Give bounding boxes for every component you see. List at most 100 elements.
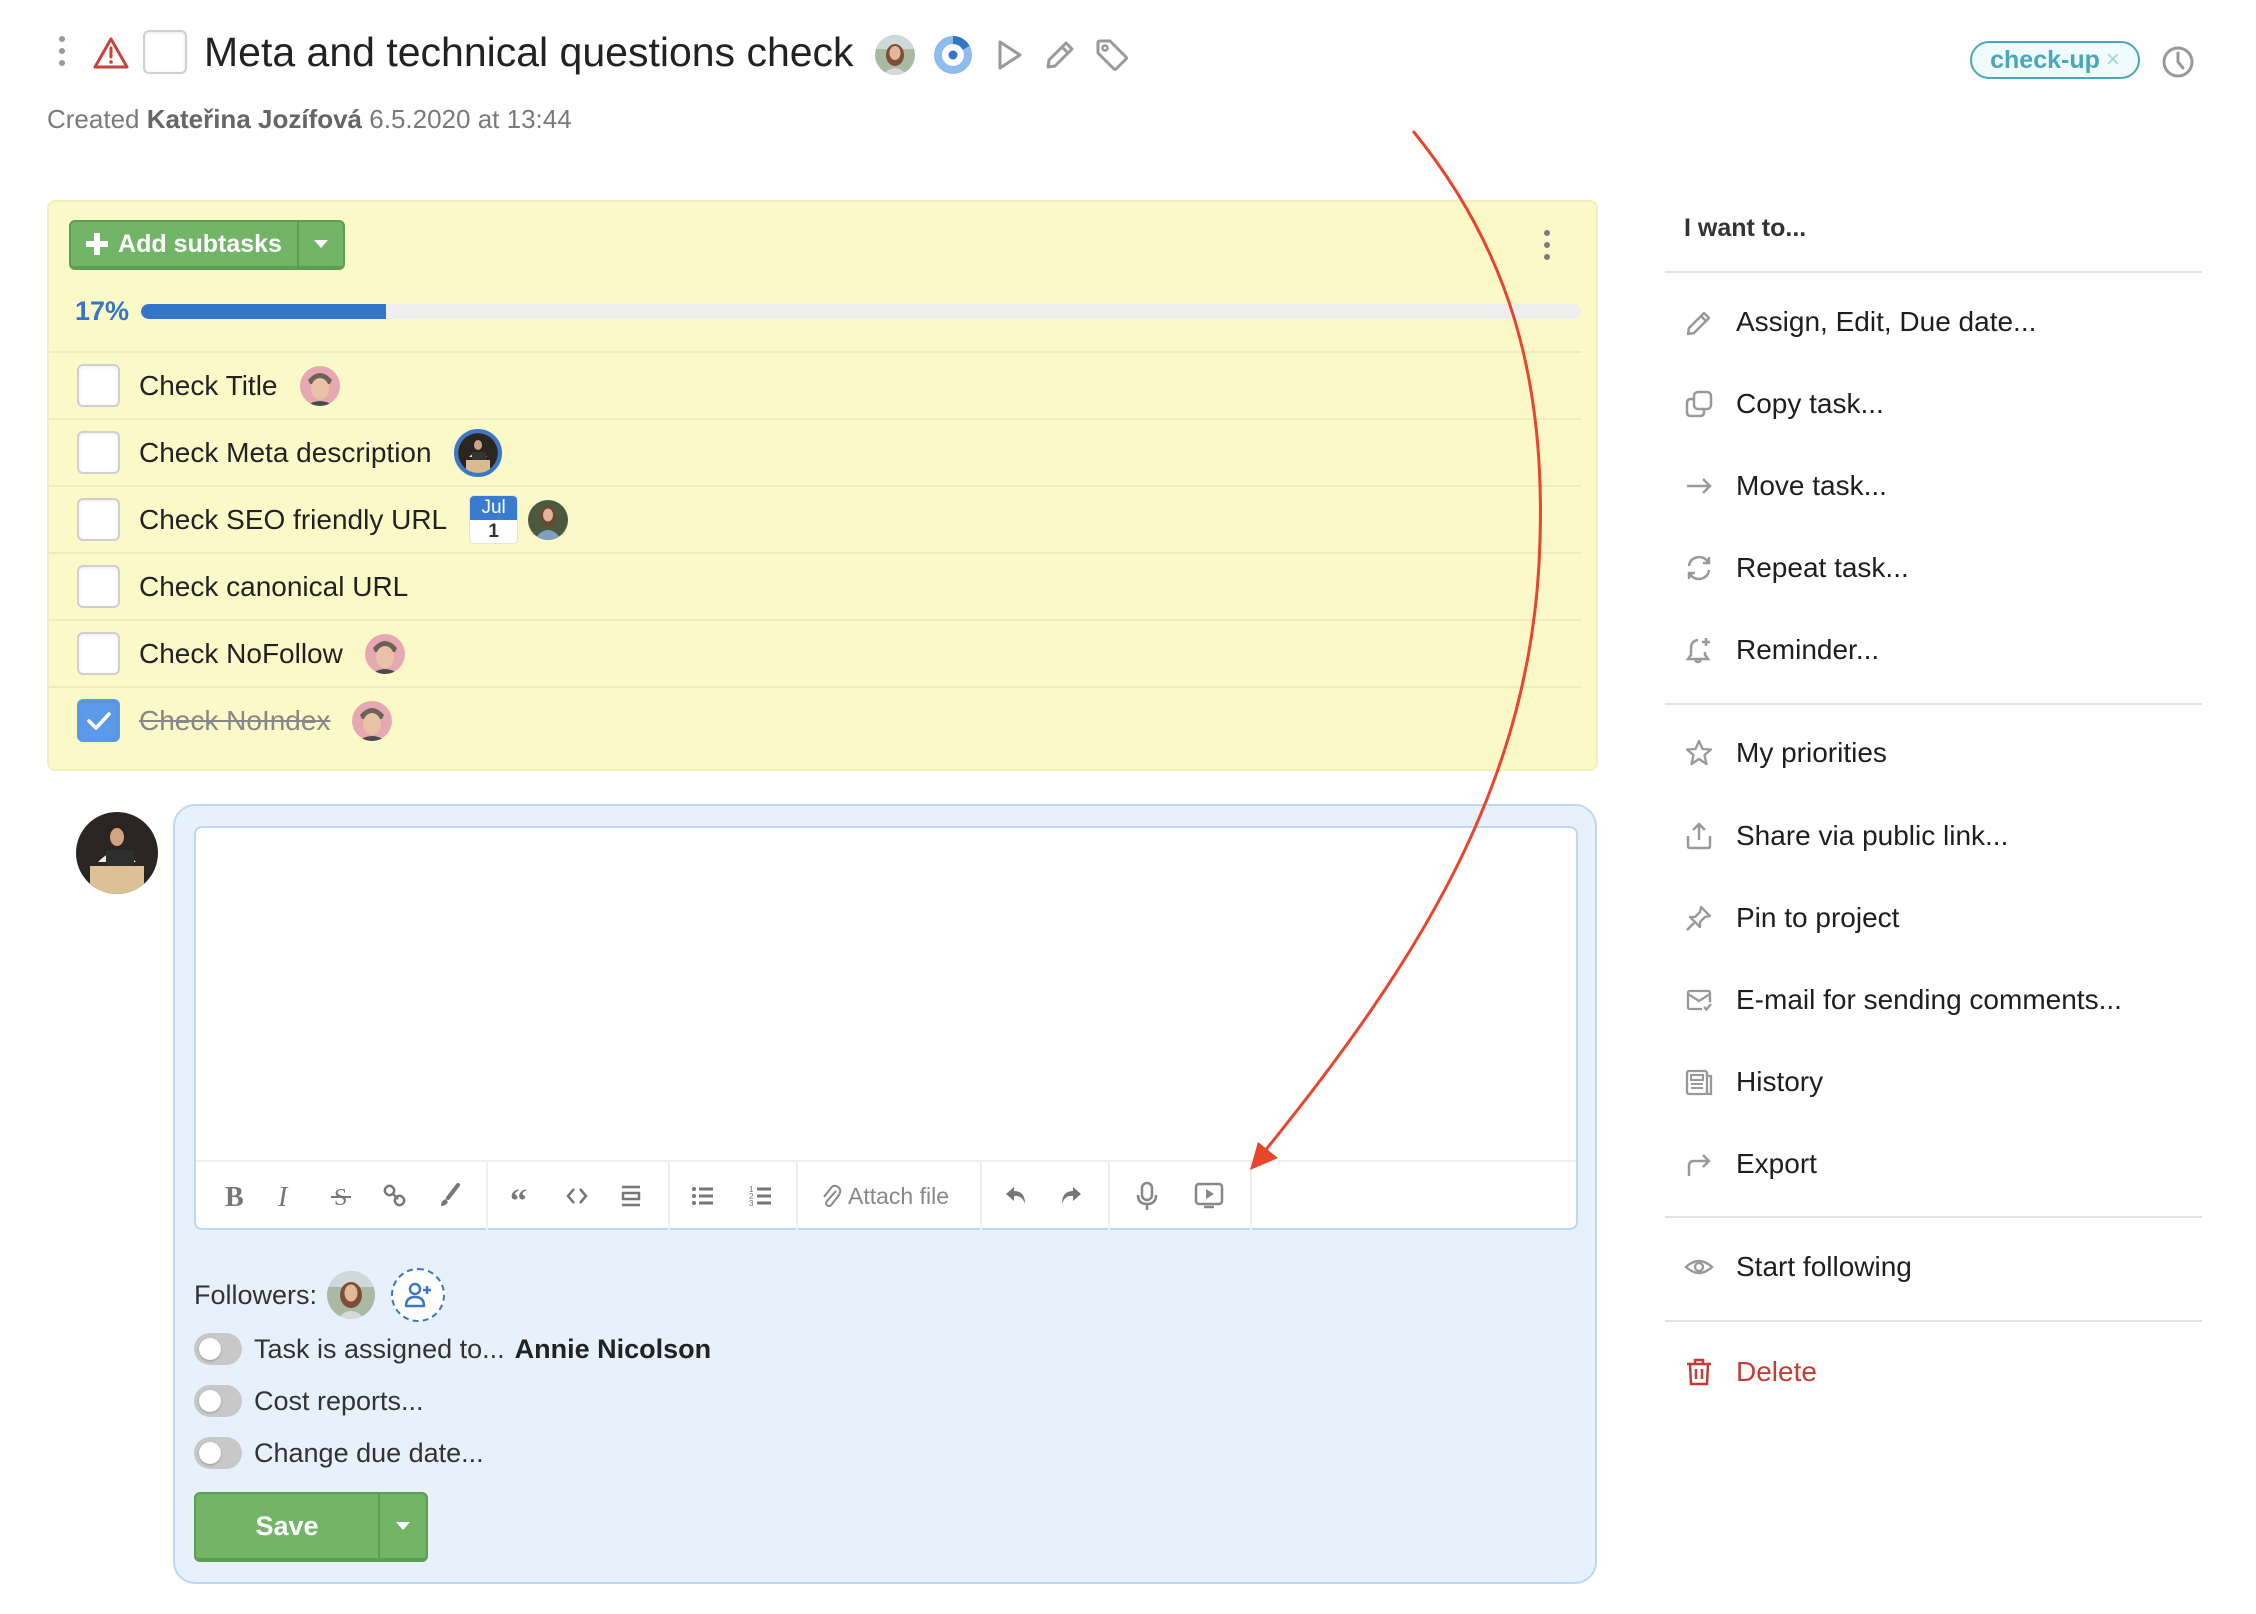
menu-item-label: Reminder...: [1736, 634, 1880, 665]
assignee-avatar[interactable]: [875, 35, 915, 75]
subtask-row: Check NoIndex: [49, 686, 1581, 753]
toolbar-separator: [668, 1162, 670, 1230]
subtask-label[interactable]: Check Meta description: [139, 437, 432, 469]
comment-input[interactable]: [196, 828, 1576, 1160]
numbered-list-button[interactable]: 123: [744, 1179, 778, 1213]
code-icon: [566, 1188, 588, 1204]
microphone-icon: [1136, 1181, 1158, 1210]
menu-item-my-priorities[interactable]: My priorities: [1684, 737, 1887, 769]
subtask-label[interactable]: Check Title: [139, 370, 278, 402]
arrow-right-icon: [1687, 478, 1712, 494]
svg-text:3: 3: [749, 1199, 754, 1208]
pencil-icon[interactable]: [1042, 37, 1078, 73]
play-icon[interactable]: [991, 37, 1027, 73]
menu-item-start-following[interactable]: Start following: [1684, 1251, 1912, 1283]
bold-icon: B: [225, 1183, 244, 1209]
editor-toolbar: B I S “ 123 Attach file: [196, 1160, 1576, 1230]
chevron-down-icon: [314, 240, 328, 248]
menu-divider: [1665, 1216, 2202, 1218]
task-title[interactable]: Meta and technical questions check: [204, 26, 854, 78]
menu-item-label: Pin to project: [1736, 902, 1900, 933]
menu-item-history[interactable]: History: [1684, 1066, 1823, 1098]
toolbar-separator: [796, 1162, 798, 1230]
attach-file-button[interactable]: Attach file: [820, 1179, 949, 1213]
assignee-avatar[interactable]: [299, 365, 340, 406]
notify-assignee-toggle[interactable]: [194, 1333, 242, 1365]
bullet-list-button[interactable]: [686, 1179, 720, 1213]
cost-reports-toggle[interactable]: [194, 1385, 242, 1417]
change-due-date-toggle[interactable]: [194, 1437, 242, 1469]
add-subtasks-dropdown-button[interactable]: [299, 222, 343, 266]
subtask-label[interactable]: Check NoFollow: [139, 638, 343, 670]
copy-icon: [1685, 390, 1713, 418]
link-button[interactable]: [378, 1179, 412, 1213]
svg-text:I: I: [277, 1183, 289, 1209]
menu-item-export[interactable]: Export: [1684, 1148, 1817, 1180]
quote-button[interactable]: “: [506, 1179, 540, 1213]
menu-item-reminder[interactable]: Reminder...: [1684, 634, 1879, 666]
option-cost-reports: Cost reports...: [194, 1385, 424, 1417]
subtask-checkbox[interactable]: [77, 364, 120, 407]
highlight-button[interactable]: [432, 1179, 466, 1213]
subtask-checkbox[interactable]: [77, 431, 120, 474]
warning-icon: [93, 36, 129, 70]
subtask-label[interactable]: Check SEO friendly URL: [139, 504, 447, 536]
comment-author-avatar[interactable]: [76, 812, 158, 894]
subtasks-kebab-menu-icon[interactable]: [1540, 230, 1554, 260]
subtask-checkbox[interactable]: [77, 565, 120, 608]
menu-item-repeat-task[interactable]: Repeat task...: [1684, 552, 1909, 584]
subtask-checkbox[interactable]: [77, 498, 120, 541]
task-complete-checkbox[interactable]: [143, 30, 187, 74]
horizontal-rule-button[interactable]: [614, 1179, 648, 1213]
brush-icon: [441, 1183, 460, 1206]
subtask-label[interactable]: Check canonical URL: [139, 571, 408, 603]
repeat-icon: [1687, 555, 1711, 581]
menu-item-pin-to-project[interactable]: Pin to project: [1684, 902, 1899, 934]
redo-button[interactable]: [1053, 1179, 1087, 1213]
option-label: Cost reports...: [254, 1385, 424, 1416]
tag-icon[interactable]: [1094, 37, 1130, 73]
strikethrough-button[interactable]: S: [324, 1179, 358, 1213]
redo-icon: [1062, 1187, 1081, 1204]
menu-divider: [1665, 271, 2202, 273]
comment-composer: B I S “ 123 Attach file Followers: Task …: [173, 804, 1597, 1584]
undo-button[interactable]: [1000, 1179, 1034, 1213]
due-date-badge[interactable]: Jul 1: [469, 495, 519, 544]
follower-avatar[interactable]: [327, 1271, 376, 1319]
record-video-button[interactable]: [1192, 1179, 1226, 1213]
italic-icon: I: [277, 1183, 289, 1209]
menu-item-label: History: [1736, 1066, 1824, 1097]
subtask-checkbox[interactable]: [77, 632, 120, 675]
record-audio-button[interactable]: [1130, 1179, 1164, 1213]
save-dropdown-button[interactable]: [380, 1494, 426, 1558]
save-button[interactable]: Save: [196, 1494, 380, 1558]
menu-item-email-comments[interactable]: E-mail for sending comments...: [1684, 984, 2122, 1016]
code-button[interactable]: [560, 1179, 594, 1213]
subtask-checkbox-checked[interactable]: [77, 699, 120, 742]
toolbar-separator: [486, 1162, 488, 1230]
tag-remove-icon[interactable]: ×: [2106, 46, 2120, 74]
attach-file-label: Attach file: [848, 1182, 949, 1209]
assignee-avatar[interactable]: [352, 700, 393, 741]
menu-item-copy-task[interactable]: Copy task...: [1684, 388, 1884, 420]
tag-badge[interactable]: check-up ×: [1970, 41, 2140, 79]
clock-icon[interactable]: [2160, 44, 2196, 80]
assignee-avatar[interactable]: [364, 633, 405, 674]
menu-item-assign-edit[interactable]: Assign, Edit, Due date...: [1684, 306, 2036, 338]
subtask-label[interactable]: Check NoIndex: [139, 705, 330, 737]
bold-button[interactable]: B: [218, 1179, 252, 1213]
subtask-row: Check SEO friendly URL Jul 1: [49, 485, 1581, 552]
assignee-avatar[interactable]: [528, 499, 569, 540]
menu-item-share-public-link[interactable]: Share via public link...: [1684, 820, 2008, 852]
menu-item-delete[interactable]: Delete: [1684, 1356, 1817, 1388]
history-icon: [1685, 1069, 1713, 1096]
task-kebab-menu-icon[interactable]: [52, 36, 72, 66]
menu-item-move-task[interactable]: Move task...: [1684, 470, 1887, 502]
assignee-avatar[interactable]: [453, 428, 502, 477]
creator-name[interactable]: Kateřina Jozífová: [147, 104, 362, 134]
add-follower-button[interactable]: [391, 1268, 446, 1322]
link-icon: [383, 1184, 406, 1207]
italic-button[interactable]: I: [268, 1179, 302, 1213]
add-subtasks-button[interactable]: Add subtasks: [71, 222, 299, 266]
svg-text:B: B: [225, 1183, 244, 1209]
